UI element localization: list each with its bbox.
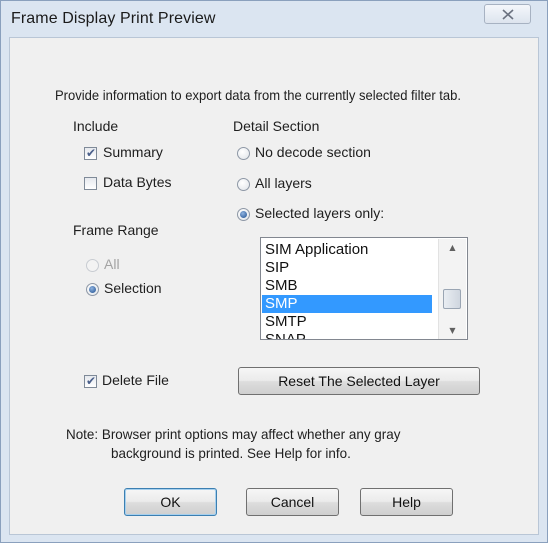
list-item[interactable]: SIM Application bbox=[262, 241, 432, 259]
list-item[interactable]: SMB bbox=[262, 277, 432, 295]
all-layers-label[interactable]: All layers bbox=[255, 175, 312, 191]
list-item[interactable]: SIP bbox=[262, 259, 432, 277]
all-frames-label[interactable]: All bbox=[104, 256, 120, 272]
print-preview-dialog: Frame Display Print Preview Provide info… bbox=[0, 0, 548, 543]
scroll-thumb[interactable] bbox=[443, 289, 461, 309]
chevron-up-icon[interactable]: ▲ bbox=[439, 239, 466, 256]
note-line-1: Note: Browser print options may affect w… bbox=[66, 426, 401, 442]
checkmark-icon: ✔ bbox=[86, 146, 97, 160]
cancel-button[interactable]: Cancel bbox=[246, 488, 339, 516]
all-frames-radio[interactable] bbox=[86, 259, 99, 272]
dialog-body: Provide information to export data from … bbox=[9, 37, 539, 535]
chevron-down-icon[interactable]: ▼ bbox=[439, 322, 466, 339]
no-decode-label[interactable]: No decode section bbox=[255, 144, 371, 160]
list-item[interactable]: SMTP bbox=[262, 313, 432, 331]
selection-label[interactable]: Selection bbox=[104, 280, 162, 296]
delete-file-label[interactable]: Delete File bbox=[102, 372, 169, 388]
title-bar[interactable]: Frame Display Print Preview bbox=[1, 1, 547, 37]
close-button[interactable] bbox=[484, 4, 531, 24]
radio-selected-dot bbox=[89, 286, 96, 293]
close-icon bbox=[502, 9, 514, 20]
summary-label[interactable]: Summary bbox=[103, 144, 163, 160]
radio-selected-dot bbox=[240, 211, 247, 218]
checkmark-icon: ✔ bbox=[86, 374, 97, 388]
selected-layers-label[interactable]: Selected layers only: bbox=[255, 205, 384, 221]
selection-radio[interactable] bbox=[86, 283, 99, 296]
data-bytes-label[interactable]: Data Bytes bbox=[103, 174, 171, 190]
all-layers-radio[interactable] bbox=[237, 178, 250, 191]
include-heading: Include bbox=[73, 118, 119, 134]
window-title: Frame Display Print Preview bbox=[11, 10, 216, 27]
data-bytes-checkbox[interactable] bbox=[84, 177, 97, 190]
delete-file-checkbox[interactable]: ✔ bbox=[84, 375, 97, 388]
list-item[interactable]: SNAP bbox=[262, 331, 432, 339]
summary-checkbox[interactable]: ✔ bbox=[84, 147, 97, 160]
help-button[interactable]: Help bbox=[360, 488, 453, 516]
intro-text: Provide information to export data from … bbox=[55, 87, 461, 103]
list-item-selected[interactable]: SMP bbox=[262, 295, 432, 313]
ok-button[interactable]: OK bbox=[124, 488, 217, 516]
no-decode-radio[interactable] bbox=[237, 147, 250, 160]
list-scrollbar[interactable]: ▲ ▼ bbox=[438, 239, 466, 339]
selected-layers-radio[interactable] bbox=[237, 208, 250, 221]
reset-selected-layer-button[interactable]: Reset The Selected Layer bbox=[238, 367, 480, 395]
detail-section-heading: Detail Section bbox=[233, 118, 320, 134]
frame-range-heading: Frame Range bbox=[73, 222, 159, 238]
layers-listbox[interactable]: SIM Application SIP SMB SMP SMTP SNAP ▲ … bbox=[260, 237, 468, 340]
note-line-2: background is printed. See Help for info… bbox=[111, 445, 351, 461]
